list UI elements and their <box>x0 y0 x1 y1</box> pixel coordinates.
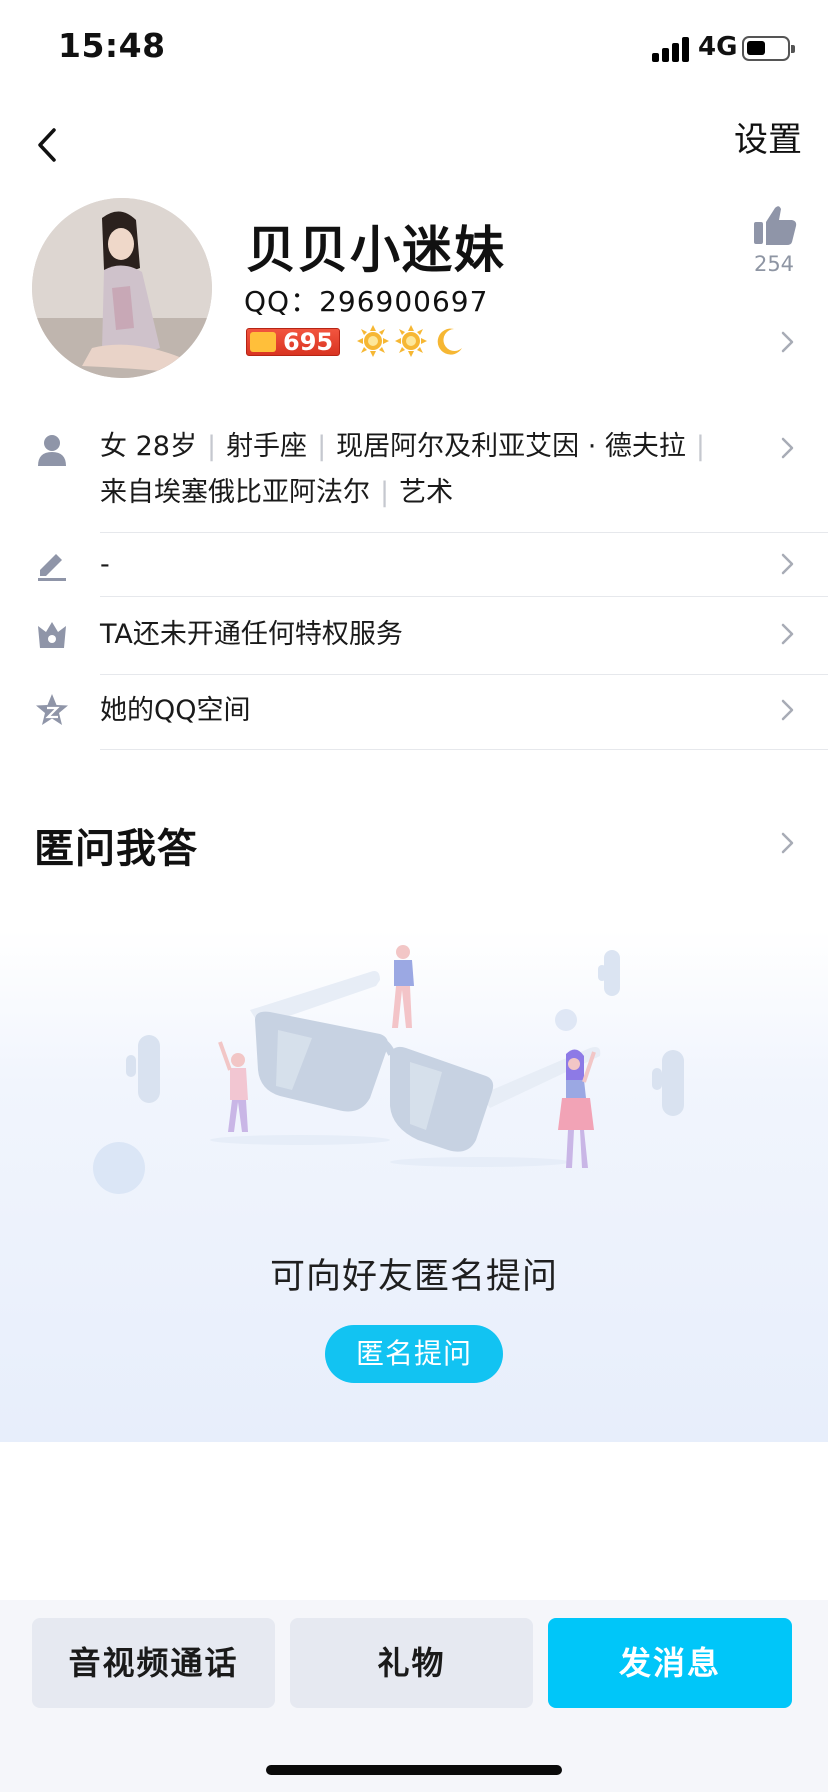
network-type: 4G <box>698 32 738 62</box>
qzone-row[interactable]: 她的QQ空间 <box>0 674 828 750</box>
age: 28岁 <box>135 431 197 462</box>
sun-icon <box>395 325 427 357</box>
status-time: 15:48 <box>58 26 166 65</box>
qq-number: QQ：296900697 <box>244 285 489 318</box>
avatar[interactable] <box>32 198 212 378</box>
level-icons[interactable] <box>356 324 466 358</box>
signal-strength-icon <box>652 36 692 62</box>
qzone-text: 她的QQ空间 <box>100 695 251 726</box>
privileges-text: TA还未开通任何特权服务 <box>100 619 403 650</box>
basic-info-text: 女 28岁 | 射手座 | 现居阿尔及利亚艾因 · 德夫拉 | 来自埃塞俄比亚阿法尔 | 艺术 <box>100 431 706 508</box>
back-icon[interactable] <box>30 114 70 174</box>
nickname: 贝贝小迷妹 <box>246 221 506 279</box>
qzone-star-icon <box>36 694 68 725</box>
chevron-right-icon[interactable] <box>778 326 798 358</box>
settings-button[interactable]: 设置 <box>734 112 802 161</box>
divider <box>100 749 828 750</box>
sun-icon <box>357 325 389 357</box>
nav-bar: 设置 <box>0 100 828 190</box>
chevron-right-icon <box>781 553 794 575</box>
gender: 女 <box>100 431 127 462</box>
thumbs-up-icon[interactable] <box>748 204 800 248</box>
edit-icon <box>38 554 66 581</box>
hometown: 来自埃塞俄比亚阿法尔 <box>100 477 370 508</box>
person-icon <box>38 435 66 466</box>
crown-icon <box>250 332 276 352</box>
avatar-photo <box>32 198 212 378</box>
crown-shield-icon <box>38 622 66 648</box>
video-call-button[interactable]: 音视频通话 <box>32 1618 275 1708</box>
chevron-right-icon <box>781 699 794 721</box>
home-indicator[interactable] <box>266 1765 562 1775</box>
chevron-right-icon[interactable] <box>778 827 798 859</box>
residence: 现居阿尔及利亚艾因 · 德夫拉 <box>336 431 686 462</box>
anonymous-qa-title[interactable]: 匿问我答 <box>34 816 198 874</box>
battery-icon <box>742 36 795 61</box>
privileges-row[interactable]: TA还未开通任何特权服务 <box>0 596 828 675</box>
basic-info-row[interactable]: 女 28岁 | 射手座 | 现居阿尔及利亚艾因 · 德夫拉 | 来自埃塞俄比亚阿法尔 | 艺术 <box>0 424 828 533</box>
zodiac: 射手座 <box>226 431 308 462</box>
anonymous-ask-button[interactable]: 匿名提问 <box>325 1325 503 1383</box>
like-count: 254 <box>753 252 795 276</box>
send-message-button[interactable]: 发消息 <box>548 1618 792 1708</box>
profession: 艺术 <box>399 477 454 508</box>
level-badge[interactable]: 695 <box>246 328 340 356</box>
signature-row[interactable]: - <box>0 532 828 597</box>
level-number: 695 <box>283 328 334 356</box>
bottom-action-bar: 音视频通话 礼物 发消息 <box>0 1600 828 1792</box>
moon-icon <box>437 328 462 355</box>
chevron-right-icon <box>781 437 794 459</box>
signature-text: - <box>100 549 110 580</box>
status-bar: 15:48 4G <box>0 0 828 100</box>
gift-button[interactable]: 礼物 <box>290 1618 533 1708</box>
chevron-right-icon <box>781 623 794 645</box>
empty-caption: 可向好友匿名提问 <box>269 1257 558 1297</box>
sunglasses-illustration <box>93 945 684 1194</box>
